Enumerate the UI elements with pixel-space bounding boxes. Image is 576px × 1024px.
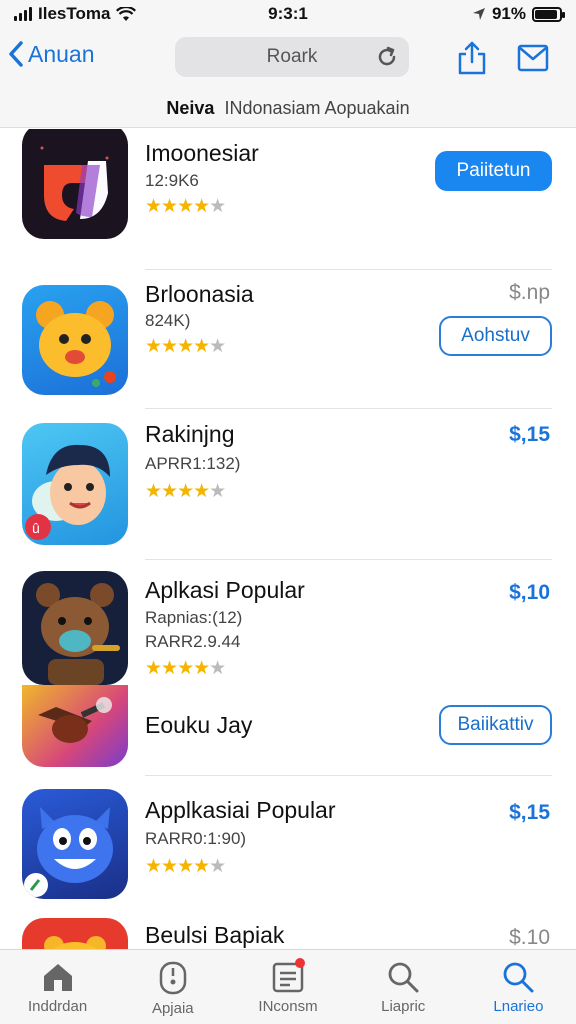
list-item[interactable]: Eouku Jay Baiikattiv — [0, 685, 576, 775]
app-name: Eouku Jay — [145, 712, 253, 738]
share-icon[interactable] — [456, 40, 488, 76]
app-price[interactable]: $,10 — [509, 581, 550, 605]
star-rating: ★★★★★ — [145, 196, 226, 217]
app-name: Imoonesiar — [145, 140, 259, 166]
star-rating: ★★★★★ — [145, 481, 226, 502]
battery-percent: 91% — [491, 4, 526, 23]
star-rating: ★★★★★ — [145, 856, 226, 877]
app-meta: RARR2.9.44 — [145, 632, 241, 651]
reload-icon[interactable] — [375, 45, 399, 69]
app-name: Applkasiai Popular — [145, 797, 336, 823]
action-button[interactable]: Baiikattiv — [439, 705, 552, 745]
list-item[interactable]: Applkasiai Popular RARR0:1:90) ★★★★★ $,1… — [0, 775, 576, 910]
app-price[interactable]: $,15 — [509, 423, 550, 447]
app-meta: 12:9K6 — [145, 171, 199, 190]
app-icon — [22, 285, 128, 395]
tab-label: Apjaia — [151, 1000, 194, 1017]
game-controller-icon — [159, 961, 187, 995]
app-price[interactable]: $.10 — [509, 926, 550, 949]
tab-updates[interactable]: INconsm — [230, 950, 345, 1024]
app-icon — [22, 789, 128, 899]
app-list: Imoonesiar 12:9K6 ★★★★★ Paiitetun Brloon… — [0, 129, 576, 949]
app-name: Rakinjng — [145, 421, 235, 447]
app-name: Aplkasi Popular — [145, 577, 305, 603]
list-item[interactable]: û Rakinjng APRR1:132) ★★★★★ $,15 — [0, 409, 576, 559]
app-meta: Rapnias:(12) — [145, 608, 243, 627]
app-meta: RARR0:1:90) — [145, 829, 247, 848]
wifi-icon — [116, 6, 137, 21]
status-bar: IlesToma 9:3:1 91% — [0, 0, 576, 28]
tab-label: Liapric — [381, 998, 426, 1015]
app-icon — [22, 685, 128, 767]
address-text: Roark — [266, 46, 318, 67]
action-button[interactable]: Aohstuv — [439, 316, 552, 356]
action-button[interactable]: Paiitetun — [435, 151, 552, 191]
location-icon — [472, 8, 485, 20]
carrier-label: IlesToma — [38, 4, 111, 23]
app-meta: 824K) — [145, 311, 191, 330]
battery-fill — [535, 9, 557, 19]
app-icon — [22, 571, 128, 685]
app-price[interactable]: $.np — [509, 281, 550, 305]
app-name: Beulsi Bapiak — [145, 922, 285, 948]
tab-label: INconsm — [258, 998, 318, 1015]
list-item[interactable]: Aplkasi Popular Rapnias:(12) RARR2.9.44 … — [0, 559, 576, 689]
tab-label: Lnarieo — [493, 998, 544, 1015]
list-item[interactable]: Imoonesiar 12:9K6 ★★★★★ Paiitetun — [0, 129, 576, 269]
tab-label: Inddrdan — [27, 998, 88, 1015]
chevron-left-icon — [9, 41, 23, 67]
mail-icon[interactable] — [516, 40, 550, 74]
tab-games[interactable]: Apjaia — [115, 950, 230, 1024]
back-button[interactable]: Anuan — [8, 40, 95, 68]
svg-text:û: û — [32, 520, 40, 536]
subtitle-secondary: INdonasiam Aopuakain — [224, 98, 410, 118]
navigation-bar: Anuan Roark — [0, 28, 576, 90]
home-icon — [43, 964, 72, 991]
back-label: Anuan — [28, 40, 95, 67]
search-icon — [504, 962, 534, 993]
tab-search[interactable]: Liapric — [346, 950, 461, 1024]
app-meta: APRR1:132) — [145, 454, 241, 473]
tab-search-active[interactable]: Lnarieo — [461, 950, 576, 1024]
app-name: Brloonasia — [145, 281, 254, 307]
app-icon — [22, 918, 128, 949]
app-icon — [22, 129, 128, 239]
address-bar[interactable]: Roark — [175, 37, 409, 77]
app-icon: û — [22, 423, 128, 545]
subtitle-primary: Neiva — [166, 98, 215, 118]
tab-bar: Inddrdan Apjaia INconsm Liapric Lnarieo — [0, 949, 576, 1024]
star-rating: ★★★★★ — [145, 658, 226, 679]
list-item[interactable]: Brloonasia 824K) ★★★★★ $.np Aohstuv — [0, 269, 576, 409]
signal-icon — [14, 7, 32, 21]
status-time: 9:3:1 — [268, 4, 308, 23]
star-rating: ★★★★★ — [145, 336, 226, 357]
app-price[interactable]: $,15 — [509, 801, 550, 825]
tab-today[interactable]: Inddrdan — [0, 950, 115, 1024]
search-icon — [388, 962, 419, 993]
battery-icon — [532, 6, 565, 22]
page-subtitle: Neiva INdonasiam Aopuakain — [0, 90, 576, 128]
list-item[interactable]: Beulsi Bapiak $.10 — [0, 910, 576, 949]
